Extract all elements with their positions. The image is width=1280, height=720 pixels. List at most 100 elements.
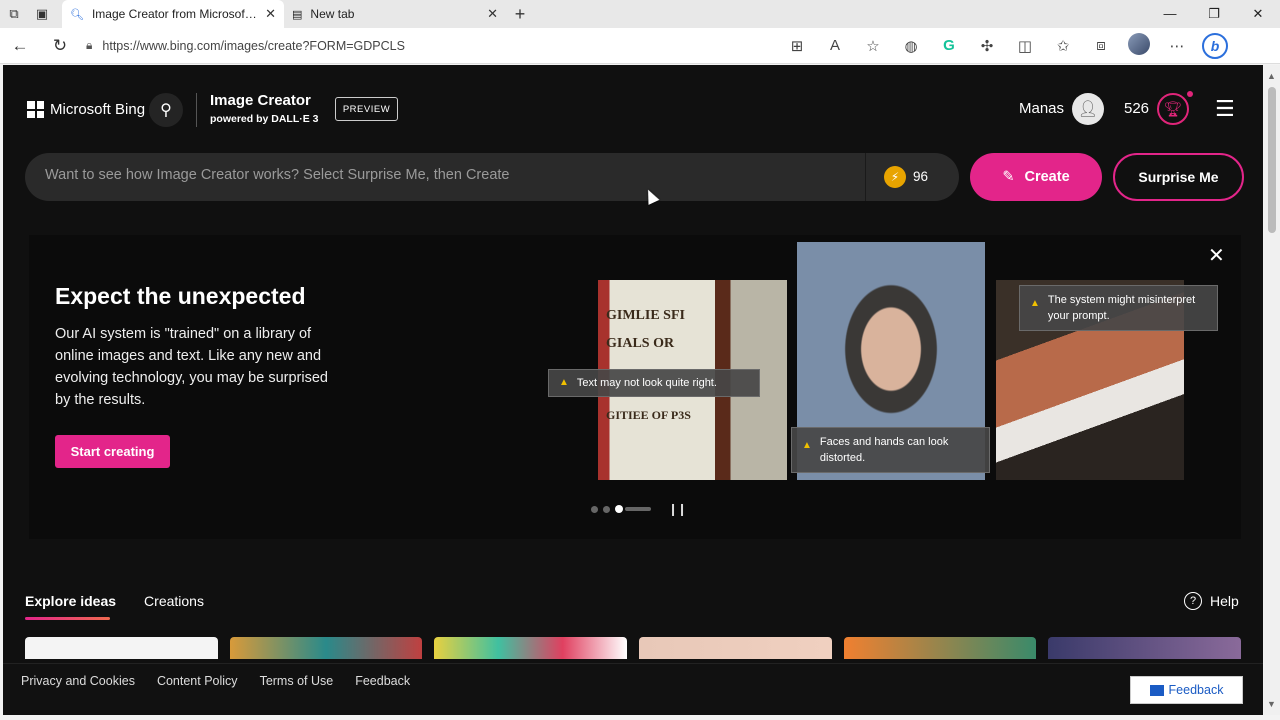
boost-count: 96	[913, 169, 929, 184]
prompt-divider	[865, 153, 866, 201]
prompt-bar: ⚡︎ 96	[25, 153, 959, 201]
grammarly-icon[interactable]: G	[930, 37, 968, 54]
url-field[interactable]: 🔒︎ https://www.bing.com/images/create?FO…	[80, 32, 760, 60]
carousel-dot[interactable]	[603, 505, 610, 513]
tip-faces-warning: ▲ Faces and hands can look distorted.	[791, 427, 990, 473]
carousel-dots	[591, 505, 651, 513]
idea-thumbnails	[25, 637, 1241, 659]
scroll-up-icon[interactable]: ▲	[1267, 71, 1276, 81]
prompt-input[interactable]	[45, 167, 845, 183]
close-icon[interactable]: ✕	[487, 6, 498, 22]
idea-thumbnail[interactable]	[1048, 637, 1241, 659]
extension-globe-icon[interactable]: ◍	[892, 37, 930, 55]
tab-creations[interactable]: Creations	[144, 593, 204, 609]
tab-explore-ideas[interactable]: Explore ideas	[25, 593, 116, 620]
browser-tab-new[interactable]: ▤ New tab ✕	[284, 0, 506, 28]
refresh-button[interactable]: ↻	[40, 36, 80, 56]
close-window-button[interactable]: ✕	[1236, 6, 1280, 22]
idea-thumbnail[interactable]	[434, 637, 628, 659]
favorite-icon[interactable]: ☆	[854, 37, 892, 55]
create-button[interactable]: ✎ Create	[970, 153, 1102, 201]
more-icon[interactable]: ⋯	[1158, 37, 1196, 55]
close-icon[interactable]: ✕	[1208, 243, 1225, 268]
favorites-icon[interactable]: ✩	[1044, 37, 1082, 55]
scrollbar-thumb[interactable]	[1268, 87, 1276, 233]
idea-thumbnail[interactable]	[25, 637, 218, 659]
warning-icon: ▲	[559, 377, 569, 388]
product-title[interactable]: Image Creator	[210, 92, 311, 109]
browser-toolbar: ⊞ A ☆ ◍ G ✣ ◫ ✩ ⧈ ⋯ b	[778, 32, 1234, 59]
app-available-icon[interactable]: ⊞	[778, 37, 816, 55]
page-scrollbar[interactable]: ▲ ▼	[1264, 65, 1280, 715]
header-divider	[196, 93, 197, 127]
help-icon: ?	[1184, 592, 1202, 610]
create-label: Create	[1024, 169, 1070, 185]
page: Microsoft Bing ⚲ Image Creator powered b…	[3, 65, 1263, 715]
product-subtitle: powered by DALL·E 3	[210, 113, 319, 125]
restore-button[interactable]: ❐	[1192, 6, 1236, 22]
browser-tab-image-creator[interactable]: 🔍︎ Image Creator from Microsoft Bing ✕	[62, 0, 284, 28]
notification-dot	[1187, 91, 1193, 97]
feedback-button[interactable]: Feedback	[1130, 676, 1243, 704]
user-avatar-icon[interactable]: 👤︎	[1072, 93, 1104, 125]
minimize-button[interactable]: —	[1148, 6, 1192, 22]
terms-link[interactable]: Terms of Use	[260, 674, 334, 688]
pause-icon[interactable]: ❙❙	[668, 502, 687, 516]
help-button[interactable]: ? Help	[1184, 592, 1239, 610]
windows-logo-icon	[27, 101, 44, 118]
page-icon: ▤	[292, 8, 303, 21]
close-icon[interactable]: ✕	[265, 6, 276, 22]
address-bar: ← ↻ 🔒︎ https://www.bing.com/images/creat…	[0, 28, 1280, 64]
back-button[interactable]: ←	[0, 36, 40, 56]
user-name[interactable]: Manas	[1019, 100, 1064, 117]
browser-tabbar: ⧉ ▣ 🔍︎ Image Creator from Microsoft Bing…	[0, 0, 1280, 28]
start-creating-button[interactable]: Start creating	[55, 435, 170, 468]
feedback-link[interactable]: Feedback	[355, 674, 410, 688]
content-policy-link[interactable]: Content Policy	[157, 674, 238, 688]
carousel-dot-active[interactable]	[615, 505, 623, 513]
footer-links: Privacy and Cookies Content Policy Terms…	[21, 674, 410, 688]
tab-title: New tab	[310, 7, 355, 21]
warning-icon: ▲	[1030, 298, 1040, 309]
profile-avatar[interactable]	[1120, 32, 1158, 59]
tip-text-warning: ▲ Text may not look quite right.	[548, 369, 760, 397]
promo-body: Our AI system is "trained" on a library …	[55, 326, 328, 408]
tab-title: Image Creator from Microsoft Bing	[91, 7, 258, 21]
promo-title: Expect the unexpected	[55, 283, 306, 309]
feedback-label: Feedback	[1168, 683, 1224, 697]
tip-prompt-warning: ▲ The system might misinterpret your pro…	[1019, 285, 1218, 331]
idea-thumbnail[interactable]	[639, 637, 832, 659]
privacy-link[interactable]: Privacy and Cookies	[21, 674, 135, 688]
hamburger-menu-icon[interactable]: ☰	[1215, 98, 1235, 120]
url-text: https://www.bing.com/images/create?FORM=…	[102, 38, 405, 53]
carousel-dot[interactable]	[591, 505, 598, 513]
copilot-icon[interactable]: b	[1196, 32, 1234, 59]
split-screen-icon[interactable]: ◫	[1006, 37, 1044, 55]
carousel-progress	[625, 507, 651, 511]
page-footer: Privacy and Cookies Content Policy Terms…	[3, 663, 1263, 715]
workspaces-icon[interactable]: ⧉	[0, 4, 28, 24]
help-label: Help	[1210, 593, 1239, 609]
tab-actions-icon[interactable]: ▣	[28, 4, 56, 24]
idea-thumbnail[interactable]	[843, 637, 1037, 659]
warning-icon: ▲	[802, 440, 812, 451]
tip-text: The system might misinterpret your promp…	[1047, 294, 1196, 322]
new-tab-button[interactable]: +	[506, 4, 534, 25]
content-tabs: Explore ideas Creations	[25, 593, 204, 620]
lock-icon[interactable]: 🔒︎	[86, 38, 92, 53]
read-aloud-icon[interactable]: A	[816, 37, 854, 54]
gas-pump-text: GITIEE OF P3S	[606, 408, 691, 422]
microsoft-bing-logo[interactable]: Microsoft Bing	[27, 101, 145, 118]
create-image-icon: ✎	[1002, 169, 1015, 185]
reward-points[interactable]: 526	[1124, 100, 1149, 117]
scroll-down-icon[interactable]: ▼	[1267, 699, 1276, 709]
preview-badge: PREVIEW	[335, 97, 398, 121]
rewards-trophy-icon[interactable]: 🏆︎	[1157, 93, 1189, 125]
extensions-icon[interactable]: ✣	[968, 37, 1006, 55]
collections-icon[interactable]: ⧈	[1082, 37, 1120, 54]
search-button[interactable]: ⚲	[149, 93, 183, 127]
boost-lightning-icon[interactable]: ⚡︎	[884, 166, 906, 188]
surprise-me-button[interactable]: Surprise Me	[1113, 153, 1244, 201]
idea-thumbnail[interactable]	[229, 637, 423, 659]
tip-text: Faces and hands can look distorted.	[819, 436, 949, 464]
